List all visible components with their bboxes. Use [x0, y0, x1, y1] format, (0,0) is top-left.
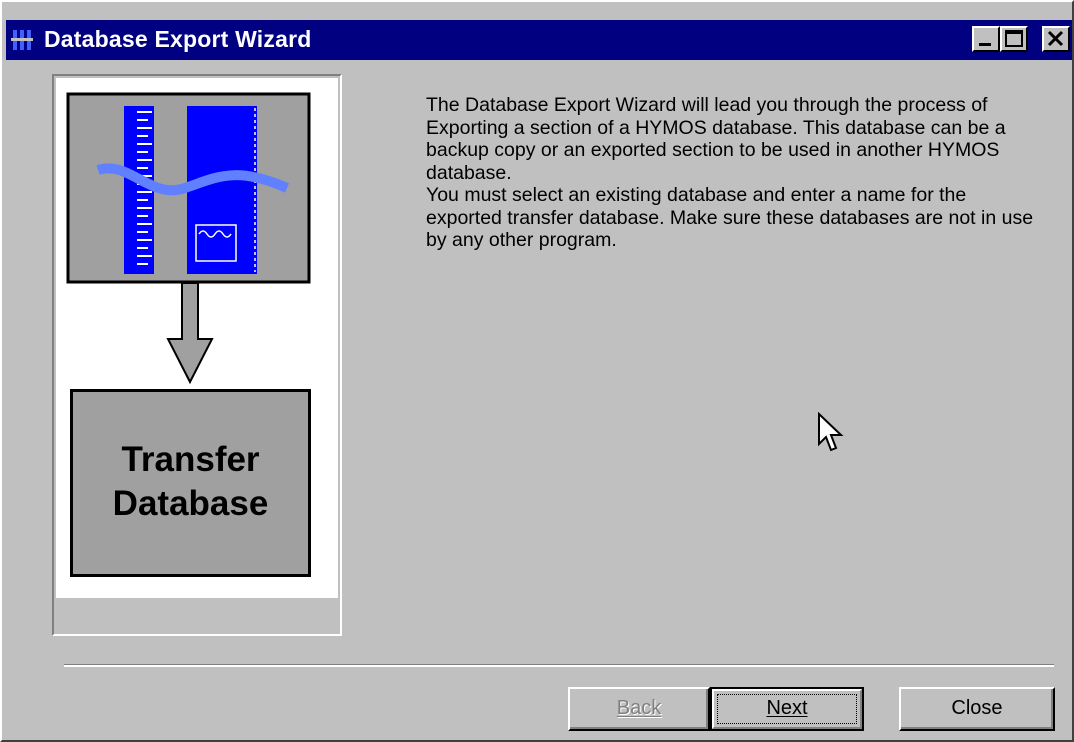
back-button[interactable]: Back	[568, 687, 710, 731]
close-button[interactable]: Close	[899, 687, 1055, 731]
transfer-database-box: Transfer Database	[70, 389, 311, 577]
transfer-label-line2: Database	[112, 484, 269, 523]
description-paragraph-1: The Database Export Wizard will lead you…	[426, 94, 1006, 184]
next-button[interactable]: Next	[710, 687, 864, 731]
back-button-label: Back	[616, 697, 662, 719]
next-button-label: Next	[766, 697, 808, 719]
description-paragraph-2: You must select an existing database and…	[426, 184, 1034, 251]
button-separator	[64, 664, 1054, 667]
export-arrow	[166, 282, 214, 385]
wizard-window: Database Export Wizard Transfer Database…	[0, 0, 1074, 742]
mouse-pointer-icon	[818, 412, 844, 452]
close-button-label: Close	[951, 697, 1003, 719]
transfer-database-label: Transfer Database	[73, 438, 308, 526]
transfer-label-line1: Transfer	[121, 440, 260, 479]
source-database-graphic	[66, 92, 311, 284]
wizard-description: The Database Export Wizard will lead you…	[426, 94, 1046, 252]
